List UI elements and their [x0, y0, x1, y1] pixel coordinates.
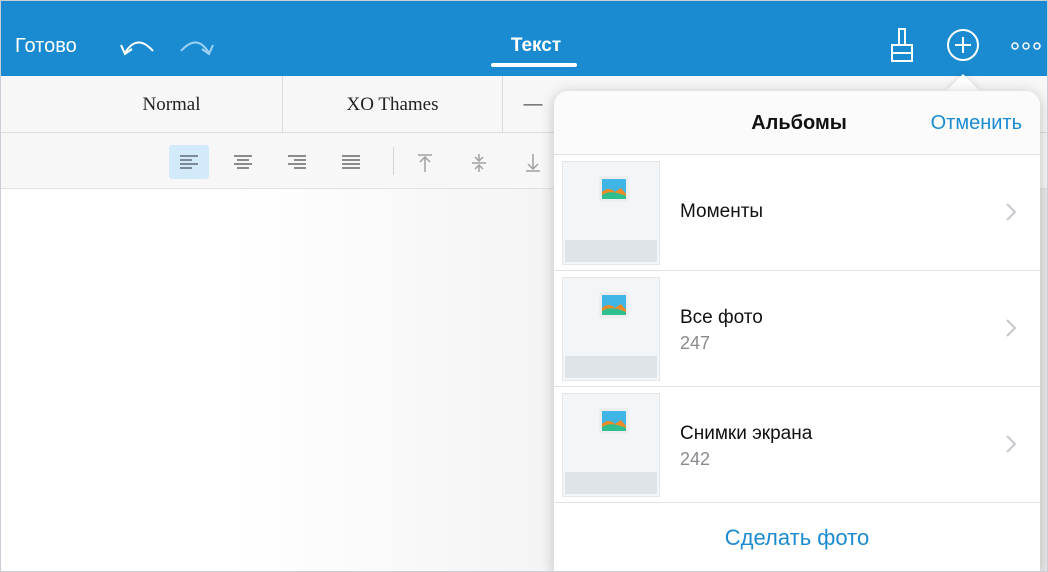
album-count: 247	[680, 333, 711, 353]
align-center-icon[interactable]	[223, 145, 263, 179]
app-window: Готово Текст Normal XO Thames — Альбомы …	[0, 0, 1048, 572]
albums-popover: Альбомы Отменить Моменты Все фото 247 Сн…	[554, 91, 1040, 571]
undo-icon[interactable]	[115, 31, 161, 59]
toolbar-divider	[393, 147, 394, 175]
style-xo-thames[interactable]: XO Thames	[283, 76, 503, 133]
align-justify-icon[interactable]	[331, 145, 371, 179]
insert-plus-icon[interactable]	[943, 27, 983, 67]
thumbnail-keyboard-preview	[565, 240, 657, 262]
active-tab-indicator	[491, 63, 577, 67]
align-right-icon[interactable]	[277, 145, 317, 179]
album-name: Снимки экрана	[680, 423, 813, 444]
format-brush-icon[interactable]	[889, 27, 917, 71]
chevron-right-icon	[1006, 319, 1017, 337]
album-thumbnail	[562, 393, 660, 497]
album-row-all-photos[interactable]: Все фото 247	[554, 271, 1040, 387]
thumbnail-keyboard-preview	[565, 472, 657, 494]
chevron-right-icon	[1006, 435, 1017, 453]
valign-bottom-icon[interactable]	[513, 145, 553, 179]
chevron-right-icon	[1006, 203, 1017, 221]
album-count: 242	[680, 449, 711, 469]
picture-icon	[599, 176, 629, 202]
valign-top-icon[interactable]	[405, 145, 445, 179]
picture-icon	[599, 292, 629, 318]
popover-title: Альбомы	[751, 112, 847, 134]
more-options-icon[interactable]	[1009, 39, 1043, 53]
picture-icon	[599, 408, 629, 434]
album-name: Моменты	[680, 201, 764, 222]
album-thumbnail	[562, 277, 660, 381]
popover-header: Альбомы Отменить	[554, 91, 1040, 155]
album-thumbnail	[562, 161, 660, 265]
album-name: Все фото	[680, 307, 763, 328]
top-toolbar: Готово Текст	[1, 1, 1047, 76]
tab-text[interactable]: Текст	[493, 35, 579, 57]
take-photo-button[interactable]: Сделать фото	[554, 503, 1040, 571]
redo-icon[interactable]	[173, 31, 219, 59]
album-row-moments[interactable]: Моменты	[554, 155, 1040, 271]
style-normal[interactable]: Normal	[61, 76, 283, 133]
cancel-button[interactable]: Отменить	[931, 112, 1022, 135]
album-row-screenshots[interactable]: Снимки экрана 242	[554, 387, 1040, 503]
valign-middle-icon[interactable]	[459, 145, 499, 179]
done-button[interactable]: Готово	[15, 35, 77, 57]
align-left-icon[interactable]	[169, 145, 209, 179]
thumbnail-keyboard-preview	[565, 356, 657, 378]
